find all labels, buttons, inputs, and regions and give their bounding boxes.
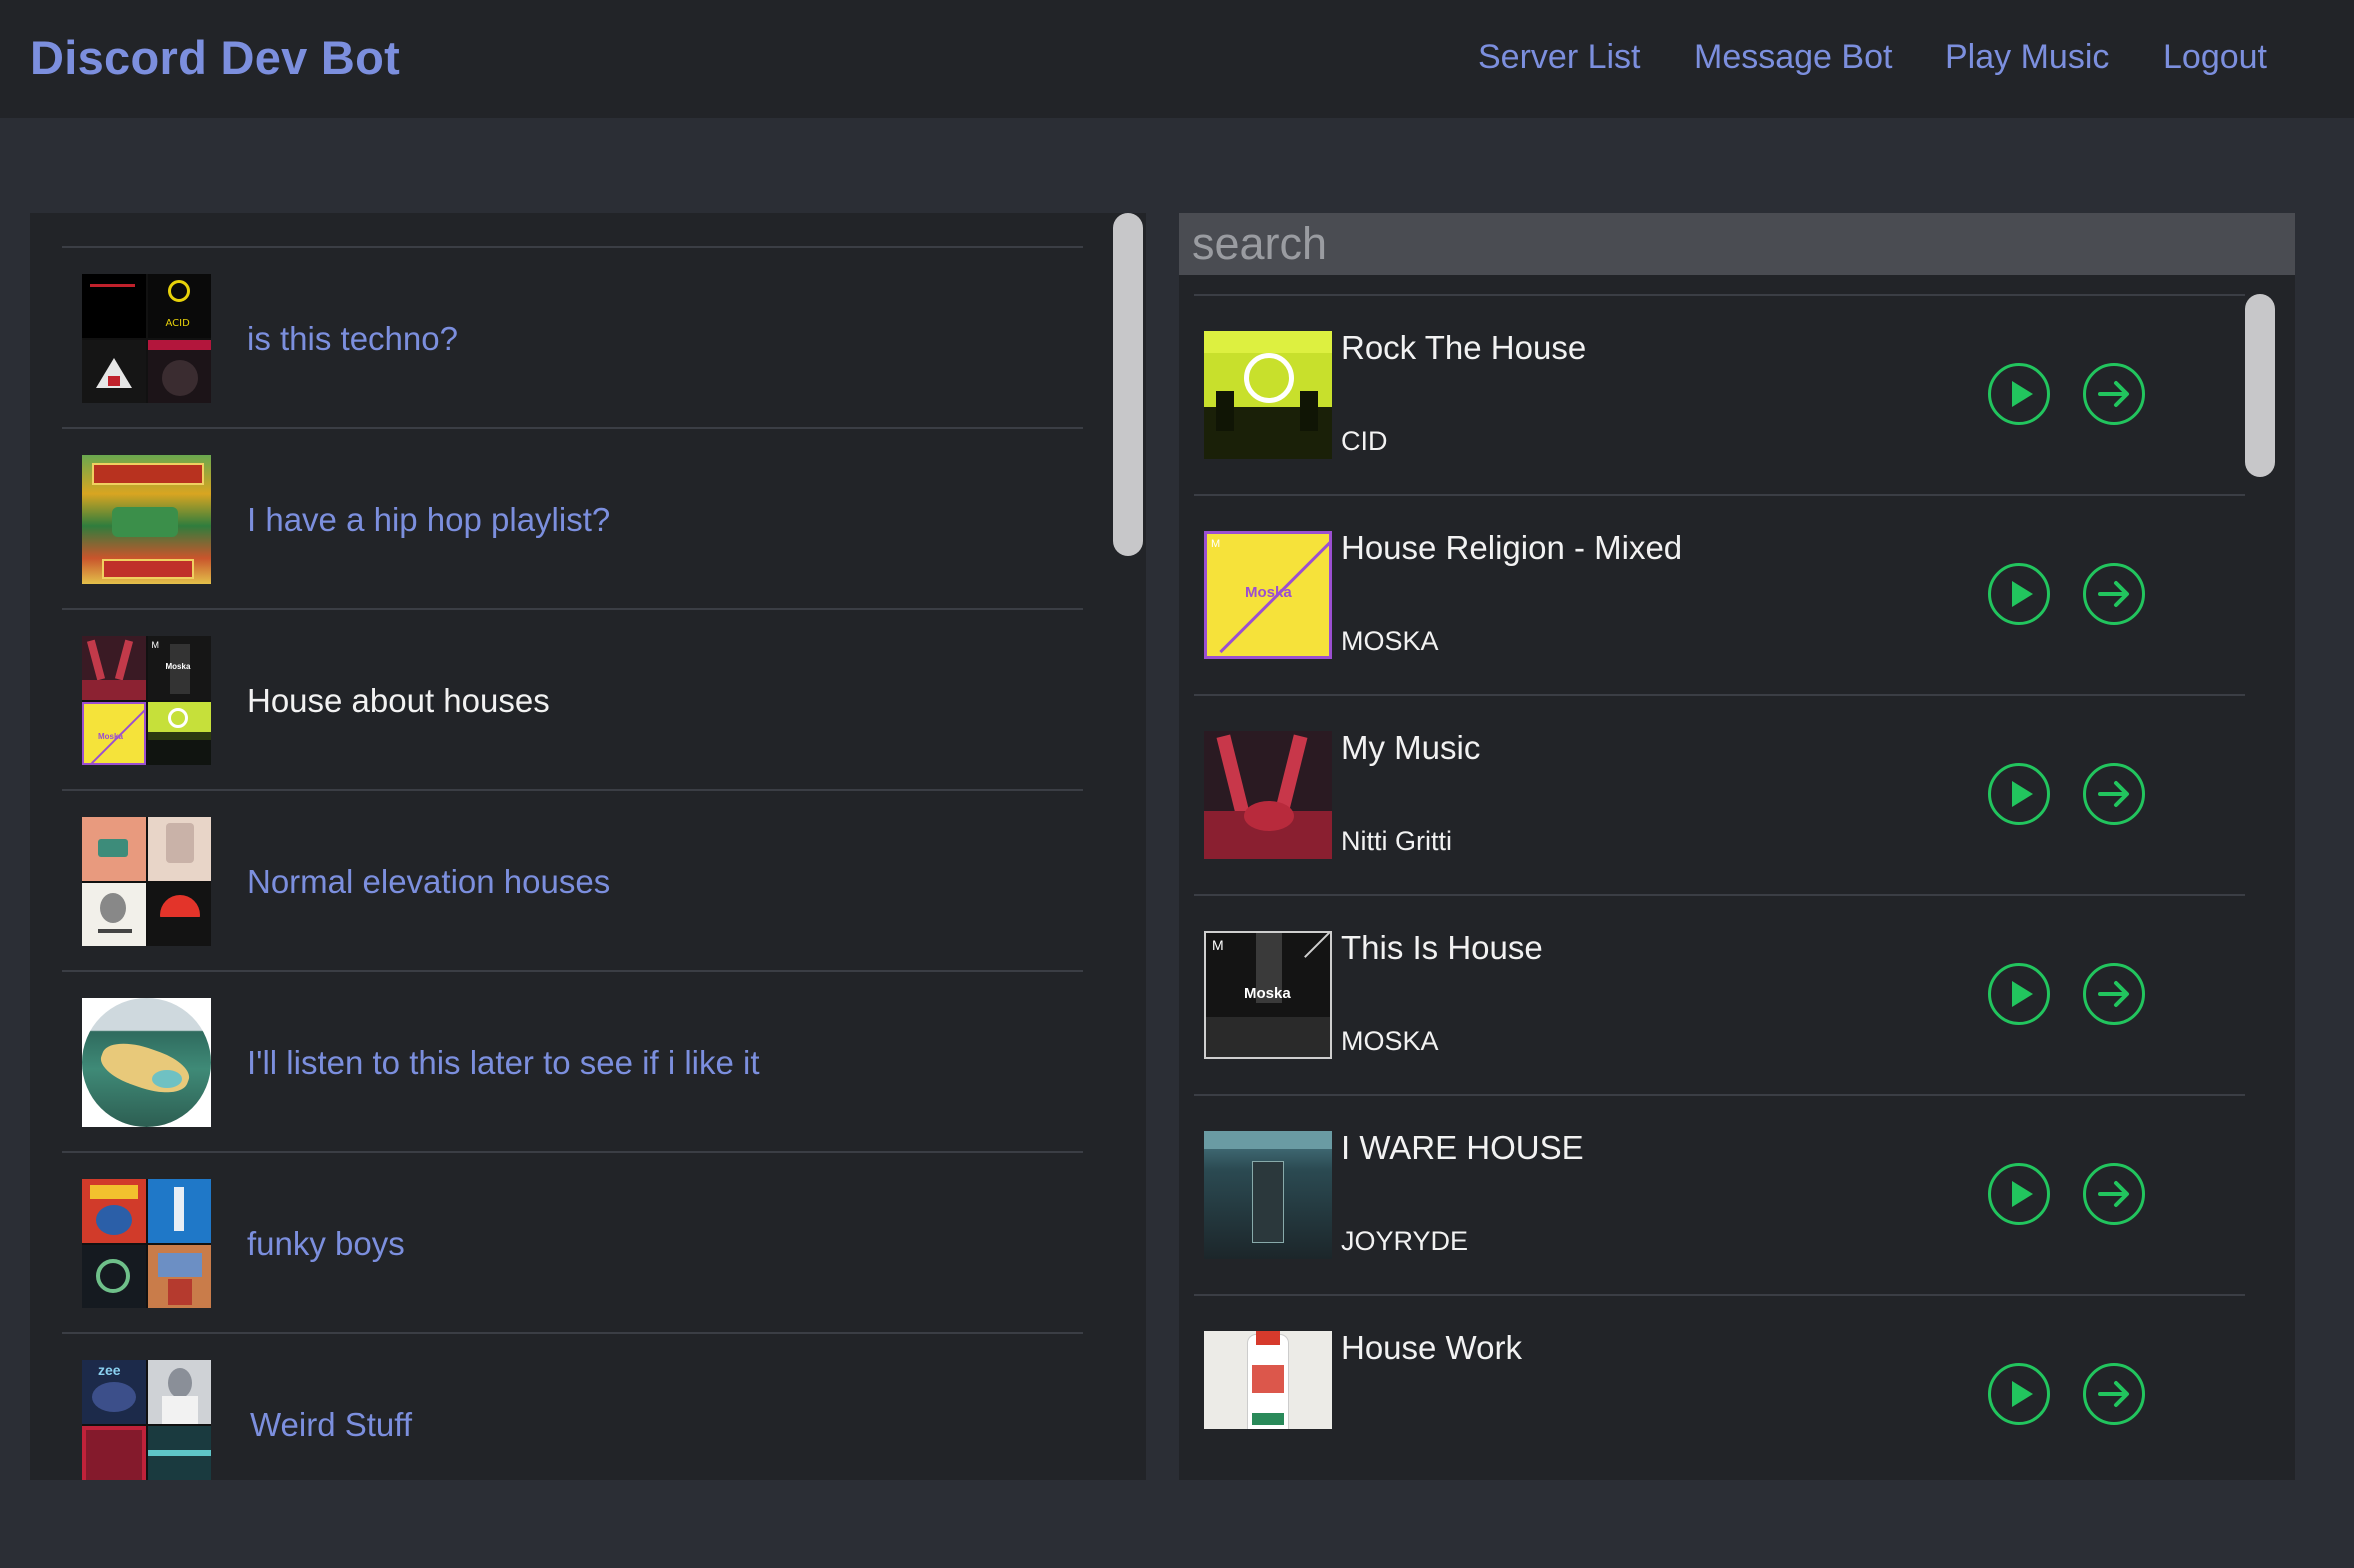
playlist-cover: zee (82, 1360, 211, 1480)
playlist-name[interactable]: I'll listen to this later to see if i li… (247, 972, 760, 1153)
track-row: House Work (1194, 1294, 2245, 1480)
album-art: M Moska (1204, 931, 1332, 1059)
track-title: Rock The House (1341, 329, 1587, 366)
playlist-panel: ACID is this techno? I have a hip hop pl… (30, 213, 1146, 1480)
playlist-cover (82, 455, 211, 584)
arrow-right-circle-icon (2083, 563, 2145, 625)
play-button[interactable] (1987, 962, 2051, 1026)
playlist-cover (82, 817, 211, 946)
track-title: I WARE HOUSE (1341, 1129, 1584, 1166)
playlist-cover (82, 1179, 211, 1308)
play-button[interactable] (1987, 362, 2051, 426)
nav-logout[interactable]: Logout (2163, 38, 2267, 77)
playlist-name[interactable]: funky boys (247, 1153, 405, 1334)
track-title: House Religion - Mixed (1341, 529, 1683, 566)
play-button[interactable] (1987, 1362, 2051, 1426)
play-circle-icon (1988, 1163, 2050, 1225)
playlist-item[interactable]: ACID is this techno? (62, 246, 1083, 427)
arrow-right-circle-icon (2083, 1163, 2145, 1225)
playlist-cover: M Moska Moska (82, 636, 211, 765)
play-circle-icon (1988, 363, 2050, 425)
album-art (1204, 1331, 1332, 1429)
track-title: House Work (1341, 1329, 1522, 1366)
track-list: Rock The House CID Moska M House Religio… (1194, 294, 2245, 1480)
play-circle-icon (1988, 763, 2050, 825)
add-to-queue-button[interactable] (2082, 562, 2146, 626)
track-artist: MOSKA (1341, 626, 1439, 656)
track-title: This Is House (1341, 929, 1543, 966)
playlist-item[interactable]: I'll listen to this later to see if i li… (62, 970, 1083, 1151)
add-to-queue-button[interactable] (2082, 1162, 2146, 1226)
track-artist: CID (1341, 426, 1388, 456)
playlist-name[interactable]: Normal elevation houses (247, 791, 610, 972)
top-navbar: Discord Dev Bot Server List Message Bot … (0, 0, 2354, 118)
track-scrollbar[interactable] (2245, 294, 2275, 477)
track-title: My Music (1341, 729, 1481, 766)
playlist-name[interactable]: Weird Stuff (250, 1334, 412, 1480)
track-row: I WARE HOUSE JOYRYDE (1194, 1094, 2245, 1294)
playlist-item[interactable]: I have a hip hop playlist? (62, 427, 1083, 608)
add-to-queue-button[interactable] (2082, 362, 2146, 426)
arrow-right-circle-icon (2083, 1363, 2145, 1425)
search-input[interactable] (1179, 213, 2295, 275)
album-art (1204, 1131, 1332, 1259)
nav-server-list[interactable]: Server List (1478, 38, 1641, 77)
playlist-item[interactable]: funky boys (62, 1151, 1083, 1332)
brand-title[interactable]: Discord Dev Bot (30, 30, 400, 85)
track-row: My Music Nitti Gritti (1194, 694, 2245, 894)
playlist-name[interactable]: is this techno? (247, 248, 458, 429)
track-artist: Nitti Gritti (1341, 826, 1452, 856)
album-art: Moska M (1204, 531, 1332, 659)
play-circle-icon (1988, 963, 2050, 1025)
playlist-item[interactable]: zee Weird Stuff (62, 1332, 1083, 1480)
arrow-right-circle-icon (2083, 763, 2145, 825)
track-artist: JOYRYDE (1341, 1226, 1469, 1256)
playlist-item[interactable]: M Moska Moska House about houses (62, 608, 1083, 789)
nav-play-music[interactable]: Play Music (1945, 38, 2109, 77)
playlist-item[interactable]: Normal elevation houses (62, 789, 1083, 970)
track-row: M Moska This Is House MOSKA (1194, 894, 2245, 1094)
play-button[interactable] (1987, 562, 2051, 626)
playlist-name[interactable]: I have a hip hop playlist? (247, 429, 610, 610)
track-artist: MOSKA (1341, 1026, 1439, 1056)
arrow-right-circle-icon (2083, 363, 2145, 425)
track-panel: Rock The House CID Moska M House Religio… (1179, 213, 2295, 1480)
track-row: Moska M House Religion - Mixed MOSKA (1194, 494, 2245, 694)
playlist-cover (82, 998, 211, 1127)
play-circle-icon (1988, 1363, 2050, 1425)
play-circle-icon (1988, 563, 2050, 625)
play-button[interactable] (1987, 762, 2051, 826)
arrow-right-circle-icon (2083, 963, 2145, 1025)
album-art (1204, 331, 1332, 459)
track-row: Rock The House CID (1194, 294, 2245, 494)
play-button[interactable] (1987, 1162, 2051, 1226)
playlist-name[interactable]: House about houses (247, 610, 550, 791)
add-to-queue-button[interactable] (2082, 1362, 2146, 1426)
playlist-cover: ACID (82, 274, 211, 403)
album-art (1204, 731, 1332, 859)
add-to-queue-button[interactable] (2082, 962, 2146, 1026)
add-to-queue-button[interactable] (2082, 762, 2146, 826)
nav-message-bot[interactable]: Message Bot (1694, 38, 1892, 77)
playlist-scrollbar[interactable] (1113, 213, 1143, 556)
playlist-list: ACID is this techno? I have a hip hop pl… (62, 246, 1083, 1480)
